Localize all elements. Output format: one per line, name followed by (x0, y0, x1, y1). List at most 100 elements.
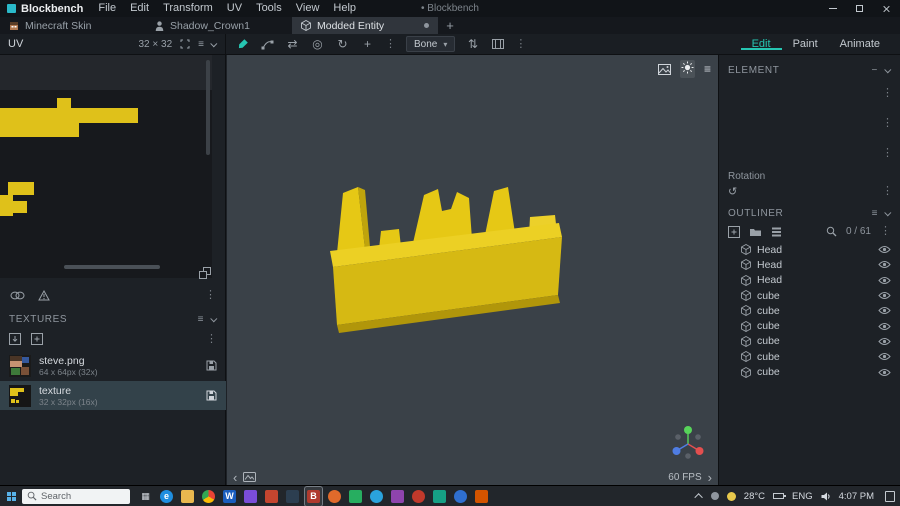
visibility-eye-icon[interactable] (878, 291, 891, 300)
taskbar-app-10[interactable] (326, 487, 343, 506)
taskbar-app-17[interactable] (473, 487, 490, 506)
menu-transform[interactable]: Transform (156, 0, 220, 17)
panel-tool[interactable] (490, 36, 505, 52)
texture-item-steve[interactable]: steve.png 64 x 64px (32x) (0, 351, 226, 380)
textures-toolbar-dots[interactable]: ⋮ (206, 333, 217, 345)
visibility-eye-icon[interactable] (878, 322, 891, 331)
paint-brush-tool[interactable] (235, 36, 250, 52)
menu-uv[interactable]: UV (220, 0, 249, 17)
taskbar-app-13[interactable] (389, 487, 406, 506)
mode-tab-paint[interactable]: Paint (782, 38, 829, 50)
menu-help[interactable]: Help (326, 0, 363, 17)
pivot-tool[interactable]: ◎ (310, 36, 325, 52)
element-minus-icon[interactable]: − (872, 65, 878, 76)
weather-icon[interactable] (726, 491, 736, 501)
clock-label[interactable]: 4:07 PM (839, 491, 874, 502)
rotate-ccw-icon[interactable]: ↺ (728, 185, 737, 198)
warning-triangle-icon[interactable] (38, 289, 50, 301)
start-button[interactable] (0, 486, 22, 506)
taskbar-app-16[interactable] (452, 487, 469, 506)
outliner-item-head[interactable]: Head (719, 242, 900, 257)
outliner-item-cube[interactable]: cube (719, 303, 900, 318)
import-texture-icon[interactable] (9, 333, 21, 345)
rotation-menu-dots[interactable]: ⋮ (882, 185, 893, 197)
outliner-item-head[interactable]: Head (719, 273, 900, 288)
uv-collapse-chevron-icon[interactable] (210, 39, 218, 47)
tab-unsaved-dot[interactable] (424, 23, 429, 28)
taskbar-app-2[interactable]: e (158, 487, 175, 506)
uv-copy-button[interactable] (199, 267, 211, 279)
search-icon[interactable] (826, 226, 837, 237)
move-tool[interactable]: + (360, 36, 375, 52)
taskbar-app-12[interactable] (368, 487, 385, 506)
outliner-item-head[interactable]: Head (719, 257, 900, 272)
background-image-icon[interactable] (657, 63, 671, 75)
viewport-3d[interactable]: ≡ ‹ 60 FPS › (227, 55, 718, 485)
save-texture-icon[interactable] (206, 360, 217, 371)
row-menu-dots[interactable]: ⋮ (882, 117, 893, 129)
swap-tool[interactable]: ⇄ (285, 36, 300, 52)
add-group-icon[interactable] (749, 227, 762, 237)
uv-size-label[interactable]: 32 × 32 (139, 39, 173, 50)
row-menu-dots[interactable]: ⋮ (882, 147, 893, 159)
uv-vertical-scrollbar[interactable] (206, 60, 210, 155)
viewport-menu-icon[interactable]: ≡ (704, 62, 711, 76)
outliner-dots[interactable]: ⋮ (880, 226, 891, 237)
taskbar-app-3[interactable] (179, 487, 196, 506)
tray-app-icon[interactable] (710, 492, 719, 500)
textures-menu-icon[interactable]: ≡ (198, 314, 204, 325)
toolbar-overflow-dots[interactable]: ⋮ (385, 38, 396, 50)
textures-panel-header[interactable]: TEXTURES ≡ (0, 311, 226, 327)
minimize-button[interactable] (819, 0, 846, 17)
menu-file[interactable]: File (91, 0, 123, 17)
notification-center-icon[interactable] (885, 490, 895, 502)
visibility-eye-icon[interactable] (878, 352, 891, 361)
toolbar-more-dots[interactable]: ⋮ (515, 38, 526, 50)
outliner-item-cube[interactable]: cube (719, 288, 900, 303)
add-cube-icon[interactable] (728, 225, 740, 238)
mode-tab-edit[interactable]: Edit (741, 38, 782, 50)
lighting-toggle-button[interactable] (679, 60, 695, 78)
save-texture-icon[interactable] (206, 390, 217, 401)
taskbar-app-7[interactable] (263, 487, 280, 506)
tab-modded-entity[interactable]: Modded Entity (292, 17, 438, 34)
search-input[interactable] (41, 490, 113, 502)
outliner-panel-header[interactable]: OUTLINER ≡ (719, 205, 900, 221)
row-menu-dots[interactable]: ⋮ (882, 87, 893, 99)
mode-tab-animate[interactable]: Animate (829, 38, 891, 50)
visibility-eye-icon[interactable] (878, 245, 891, 254)
texture-item-texture[interactable]: texture 32 x 32px (16x) (0, 381, 226, 410)
link-icon[interactable] (10, 291, 25, 300)
menu-view[interactable]: View (289, 0, 327, 17)
tab-shadow-crown1[interactable]: Shadow_Crown1 (146, 17, 292, 34)
preview-menu-button[interactable] (243, 472, 257, 482)
visibility-eye-icon[interactable] (878, 368, 891, 377)
outliner-item-cube[interactable]: cube (719, 349, 900, 364)
axis-gizmo[interactable] (668, 423, 708, 463)
taskbar-app-15[interactable] (431, 487, 448, 506)
uv-editor-canvas[interactable] (0, 55, 212, 278)
textures-collapse-chevron-icon[interactable] (210, 314, 218, 322)
flip-tool[interactable]: ⇅ (465, 36, 480, 52)
new-tab-button[interactable]: + (438, 17, 462, 34)
taskbar-app-4[interactable] (200, 487, 217, 506)
language-label[interactable]: ENG (792, 491, 813, 502)
element-panel-header[interactable]: ELEMENT − (719, 62, 900, 78)
taskbar-app-11[interactable] (347, 487, 364, 506)
menu-tools[interactable]: Tools (249, 0, 289, 17)
outliner-item-cube[interactable]: cube (719, 364, 900, 379)
taskbar-app-6[interactable] (242, 487, 259, 506)
taskbar-search[interactable] (22, 488, 130, 504)
outliner-item-cube[interactable]: cube (719, 318, 900, 333)
visibility-eye-icon[interactable] (878, 337, 891, 346)
volume-icon[interactable] (821, 492, 831, 501)
close-button[interactable] (873, 0, 900, 17)
taskbar-app-8[interactable] (284, 487, 301, 506)
outliner-view-icon[interactable] (771, 227, 782, 237)
battery-icon[interactable] (773, 493, 787, 499)
visibility-eye-icon[interactable] (878, 276, 891, 285)
element-collapse-chevron-icon[interactable] (884, 65, 892, 73)
tray-expand-caret-icon[interactable] (694, 493, 703, 502)
create-texture-icon[interactable] (31, 333, 43, 345)
taskbar-app-9[interactable]: B (304, 485, 323, 506)
